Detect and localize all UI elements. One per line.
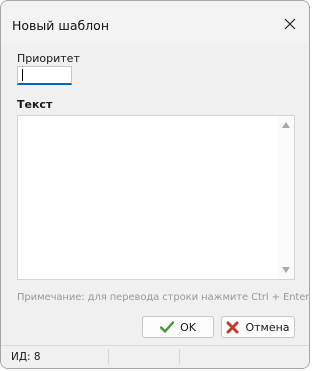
scroll-up-icon[interactable] [282,122,290,128]
close-button[interactable] [279,13,301,35]
status-id: ИД: 8 [11,351,41,363]
text-label: Текст [17,98,53,111]
checkmark-icon [160,321,175,333]
title-bar: Новый шаблон [1,1,309,43]
text-caret [22,69,23,81]
status-separator [108,349,109,364]
dialog-content: Приоритет Текст Примечание: для перевода… [1,43,309,345]
status-separator [179,349,180,364]
ok-label: OK [180,320,196,334]
close-icon [284,18,296,30]
dialog-window: Новый шаблон Приоритет Текст Примечание:… [0,0,310,369]
hint-note: Примечание: для перевода строки нажмите … [17,292,310,303]
window-title: Новый шаблон [12,18,109,33]
ok-button[interactable]: OK [142,316,214,338]
scroll-down-icon[interactable] [282,267,290,273]
priority-input[interactable] [17,66,72,85]
cancel-label: Отмена [245,320,290,334]
priority-label: Приоритет [17,52,80,65]
vertical-scrollbar[interactable] [278,116,294,279]
cancel-x-icon [226,321,239,333]
status-bar: ИД: 8 [1,345,309,368]
text-area[interactable] [17,115,295,280]
cancel-button[interactable]: Отмена [221,316,295,338]
